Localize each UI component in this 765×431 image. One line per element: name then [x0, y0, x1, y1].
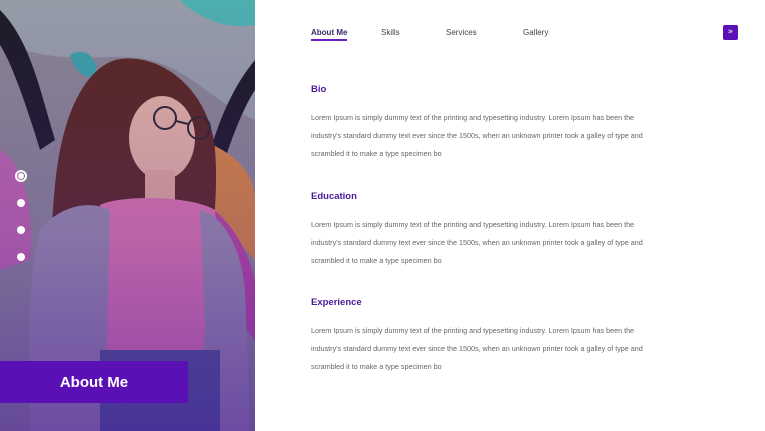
- pager-dot-2[interactable]: [17, 199, 25, 207]
- profile-photo-panel: About Me: [0, 0, 255, 431]
- pager-dot-1[interactable]: [15, 170, 27, 182]
- section-title: Experience: [311, 297, 362, 308]
- bio-section: Bio Lorem Ipsum is simply dummy text of …: [311, 84, 656, 163]
- nav-tab-services[interactable]: Services: [446, 28, 477, 37]
- section-title: Education: [311, 191, 357, 202]
- nav-tab-skills[interactable]: Skills: [381, 28, 400, 37]
- next-page-button[interactable]: »: [723, 25, 738, 40]
- double-chevron-right-icon: »: [727, 27, 734, 37]
- section-text: Lorem Ipsum is simply dummy text of the …: [311, 113, 643, 158]
- section-text: Lorem Ipsum is simply dummy text of the …: [311, 326, 643, 371]
- pager-dot-3[interactable]: [17, 226, 25, 234]
- education-section: Education Lorem Ipsum is simply dummy te…: [311, 191, 656, 270]
- section-title: Bio: [311, 84, 327, 95]
- section-text: Lorem Ipsum is simply dummy text of the …: [311, 220, 643, 265]
- nav-tab-about-me[interactable]: About Me: [311, 28, 348, 41]
- slide-pager: [15, 170, 27, 280]
- pager-dot-4[interactable]: [17, 253, 25, 261]
- nav-tab-gallery[interactable]: Gallery: [523, 28, 548, 37]
- experience-section: Experience Lorem Ipsum is simply dummy t…: [311, 297, 656, 376]
- about-me-badge: About Me: [0, 361, 188, 403]
